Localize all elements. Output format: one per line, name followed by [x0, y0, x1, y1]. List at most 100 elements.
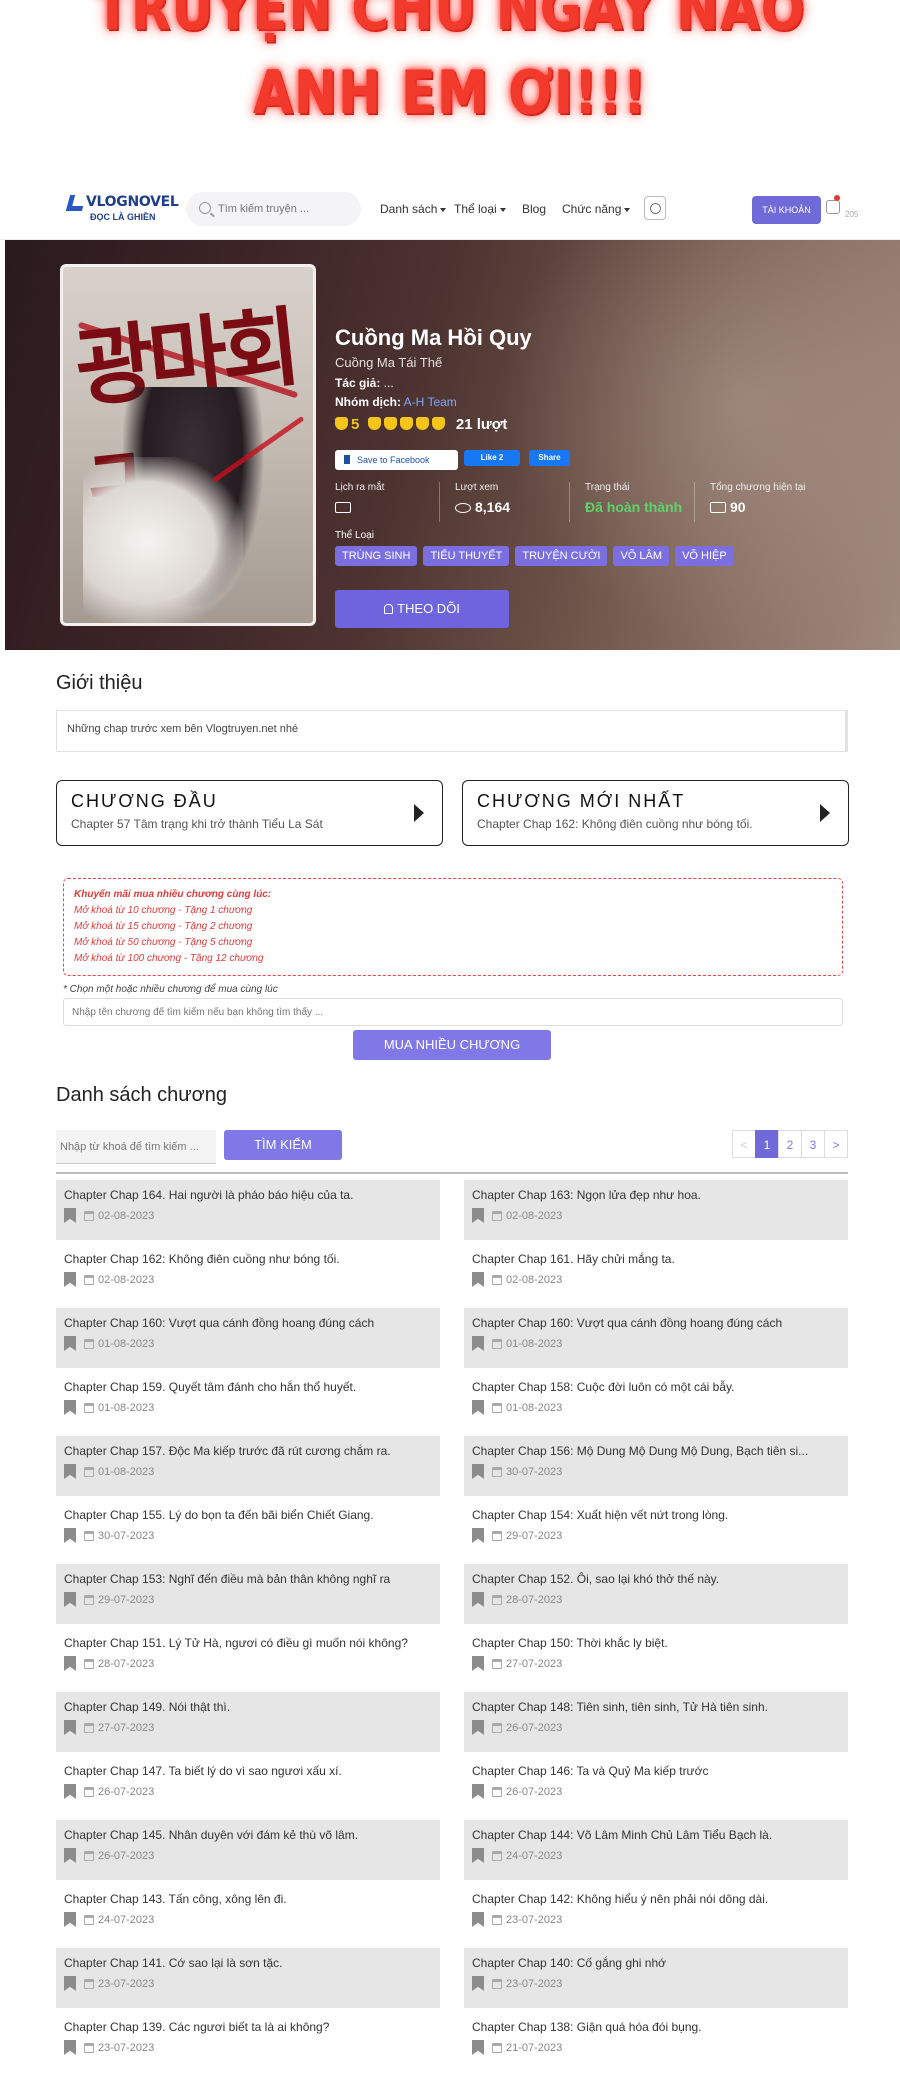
pager-page[interactable]: 2: [778, 1130, 802, 1158]
pager-next[interactable]: >: [824, 1130, 848, 1158]
chapter-item[interactable]: Chapter Chap 145. Nhân duyên với đám kẻ …: [56, 1820, 440, 1880]
bookmark-icon[interactable]: [64, 1592, 76, 1607]
bookmark-icon[interactable]: [64, 1976, 76, 1991]
chapter-name: Chapter Chap 152. Ôi, sao lại khó thở th…: [472, 1572, 720, 1586]
pager-page[interactable]: 1: [755, 1130, 779, 1158]
bookmark-icon[interactable]: [64, 1464, 76, 1479]
menu-chuc-nang[interactable]: Chức năng: [562, 202, 631, 216]
bookmark-icon[interactable]: [472, 1656, 484, 1671]
rating-star-icon[interactable]: [415, 417, 429, 430]
chapter-item[interactable]: Chapter Chap 160: Vượt qua cánh đồng hoa…: [56, 1308, 440, 1368]
chapter-item[interactable]: Chapter Chap 148: Tiên sinh, tiên sinh, …: [464, 1692, 848, 1752]
chapter-item[interactable]: Chapter Chap 164. Hai người là pháo báo …: [56, 1180, 440, 1240]
rating-star-icon[interactable]: [399, 417, 413, 430]
chapter-item[interactable]: Chapter Chap 147. Ta biết lý do vì sao n…: [56, 1756, 440, 1816]
genre-tag[interactable]: VÕ LÂM: [613, 546, 670, 566]
follow-label: THEO DÕI: [397, 601, 460, 616]
chapter-item[interactable]: Chapter Chap 157. Độc Ma kiếp trước đã r…: [56, 1436, 440, 1496]
save-to-facebook-button[interactable]: Save to Facebook: [335, 450, 458, 470]
bookmark-icon[interactable]: [64, 2040, 76, 2055]
first-chapter-card[interactable]: CHƯƠNG ĐẦU Chapter 57 Tâm trạng khi trở …: [56, 780, 443, 846]
chapter-item[interactable]: Chapter Chap 158: Cuộc đời luôn có một c…: [464, 1372, 848, 1432]
promo-line-1: TRUYỆN CHỦ NGÀY NÀO: [94, 0, 806, 44]
bookmark-icon[interactable]: [64, 1720, 76, 1735]
chapter-item[interactable]: Chapter Chap 141. Cớ sao lại là sơn tặc.…: [56, 1948, 440, 2008]
calendar-icon: [492, 1914, 502, 1925]
bookmark-icon[interactable]: [472, 1784, 484, 1799]
bookmark-icon[interactable]: [472, 1592, 484, 1607]
bookmark-icon[interactable]: [472, 1208, 484, 1223]
chapter-item[interactable]: Chapter Chap 146: Ta và Quỷ Ma kiếp trướ…: [464, 1756, 848, 1816]
bookmark-icon[interactable]: [472, 1464, 484, 1479]
chapter-item[interactable]: Chapter Chap 160: Vượt qua cánh đồng hoa…: [464, 1308, 848, 1368]
bookmark-icon[interactable]: [64, 1656, 76, 1671]
rating-star-icon[interactable]: [367, 417, 381, 430]
account-button[interactable]: TÀI KHOẢN: [752, 196, 821, 224]
rating-count: 21 lượt: [455, 416, 508, 433]
genre-tag[interactable]: TIỂU THUYẾT: [423, 546, 510, 566]
buy-multiple-button[interactable]: MUA NHIỀU CHƯƠNG: [353, 1030, 551, 1060]
bookmark-icon[interactable]: [472, 1528, 484, 1543]
bookmark-icon[interactable]: [472, 1848, 484, 1863]
bookmark-icon[interactable]: [472, 1912, 484, 1927]
chapter-item[interactable]: Chapter Chap 143. Tấn công, xông lên đi.…: [56, 1884, 440, 1944]
chapter-item[interactable]: Chapter Chap 163: Ngọn lửa đẹp như hoa. 0…: [464, 1180, 848, 1240]
chapter-item[interactable]: Chapter Chap 156: Mộ Dung Mộ Dung Mộ Dun…: [464, 1436, 848, 1496]
genre-tag[interactable]: TRUYỆN CƯỜI: [515, 546, 608, 566]
facebook-share-button[interactable]: Share: [529, 450, 570, 466]
chapter-item[interactable]: Chapter Chap 151. Lý Tử Hà, ngươi có điề…: [56, 1628, 440, 1688]
bookmark-icon[interactable]: [64, 1848, 76, 1863]
chapter-item[interactable]: Chapter Chap 149. Nói thật thì. 27-07-202…: [56, 1692, 440, 1752]
chapter-item[interactable]: Chapter Chap 161. Hãy chửi mắng ta. 02-08…: [464, 1244, 848, 1304]
chapter-item[interactable]: Chapter Chap 144: Võ Lâm Minh Chủ Lâm Ti…: [464, 1820, 848, 1880]
chapter-select-input[interactable]: [63, 998, 843, 1026]
menu-label: Danh sách: [380, 202, 438, 216]
chapter-name: Chapter Chap 157. Độc Ma kiếp trước đã r…: [64, 1444, 391, 1458]
latest-chapter-card[interactable]: CHƯƠNG MỚI NHẤT Chapter Chap 162: Không …: [462, 780, 849, 846]
bookmark-icon[interactable]: [472, 1976, 484, 1991]
chapter-item[interactable]: Chapter Chap 155. Lý do bọn ta đến bãi b…: [56, 1500, 440, 1560]
pager-prev[interactable]: <: [732, 1130, 756, 1158]
notification-bell-icon[interactable]: [826, 200, 840, 214]
menu-danh-sach[interactable]: Danh sách: [380, 202, 447, 216]
bookmark-icon[interactable]: [472, 1720, 484, 1735]
calendar-icon: [84, 1914, 94, 1925]
bookmark-icon[interactable]: [64, 1784, 76, 1799]
chapter-item[interactable]: Chapter Chap 142: Không hiểu ý nên phải …: [464, 1884, 848, 1944]
group-link[interactable]: A-H Team: [404, 395, 457, 409]
menu-the-loai[interactable]: Thể loại: [454, 202, 506, 216]
pager-page[interactable]: 3: [801, 1130, 825, 1158]
bookmark-icon[interactable]: [472, 1336, 484, 1351]
bookmark-icon[interactable]: [64, 1400, 76, 1415]
chapter-search-button[interactable]: TÌM KIẾM: [224, 1130, 342, 1160]
calendar-icon: [335, 502, 351, 513]
chapter-item[interactable]: Chapter Chap 154: Xuất hiện vết nứt tron…: [464, 1500, 848, 1560]
rating-star-icon[interactable]: [383, 417, 397, 430]
chapter-search-input[interactable]: [56, 1130, 216, 1164]
chapter-item[interactable]: Chapter Chap 139. Các ngươi biết ta là a…: [56, 2012, 440, 2072]
search-input[interactable]: [218, 200, 348, 218]
dark-mode-toggle-icon[interactable]: [644, 196, 666, 220]
chapter-item[interactable]: Chapter Chap 159. Quyết tâm đánh cho hắn…: [56, 1372, 440, 1432]
follow-button[interactable]: THEO DÕI: [335, 590, 509, 628]
chapter-item[interactable]: Chapter Chap 153: Nghĩ đến điều mà bản t…: [56, 1564, 440, 1624]
genre-tag[interactable]: TRÙNG SINH: [335, 546, 418, 566]
bookmark-icon[interactable]: [64, 1272, 76, 1287]
chapter-item[interactable]: Chapter Chap 140: Cố gắng ghi nhớ 23-07-2…: [464, 1948, 848, 2008]
bookmark-icon[interactable]: [472, 2040, 484, 2055]
bookmark-icon[interactable]: [472, 1272, 484, 1287]
chapter-item[interactable]: Chapter Chap 138: Giận quá hóa đói bụng.…: [464, 2012, 848, 2072]
rating-star-icon[interactable]: [431, 417, 445, 430]
chapter-item[interactable]: Chapter Chap 152. Ôi, sao lại khó thở th…: [464, 1564, 848, 1624]
site-logo[interactable]: VLOGNOVEL ĐỌC LÀ GHIỀN: [65, 192, 179, 228]
bookmark-icon[interactable]: [472, 1400, 484, 1415]
bookmark-icon[interactable]: [64, 1336, 76, 1351]
bookmark-icon[interactable]: [64, 1912, 76, 1927]
chapter-item[interactable]: Chapter Chap 162: Không điên cuồng như b…: [56, 1244, 440, 1304]
bookmark-icon[interactable]: [64, 1528, 76, 1543]
chapter-item[interactable]: Chapter Chap 150: Thời khắc ly biệt. 27-0…: [464, 1628, 848, 1688]
genre-tag[interactable]: VÕ HIỆP: [675, 546, 734, 566]
bookmark-icon[interactable]: [64, 1208, 76, 1223]
facebook-like-button[interactable]: Like 2: [464, 450, 520, 466]
menu-blog[interactable]: Blog: [522, 202, 546, 216]
